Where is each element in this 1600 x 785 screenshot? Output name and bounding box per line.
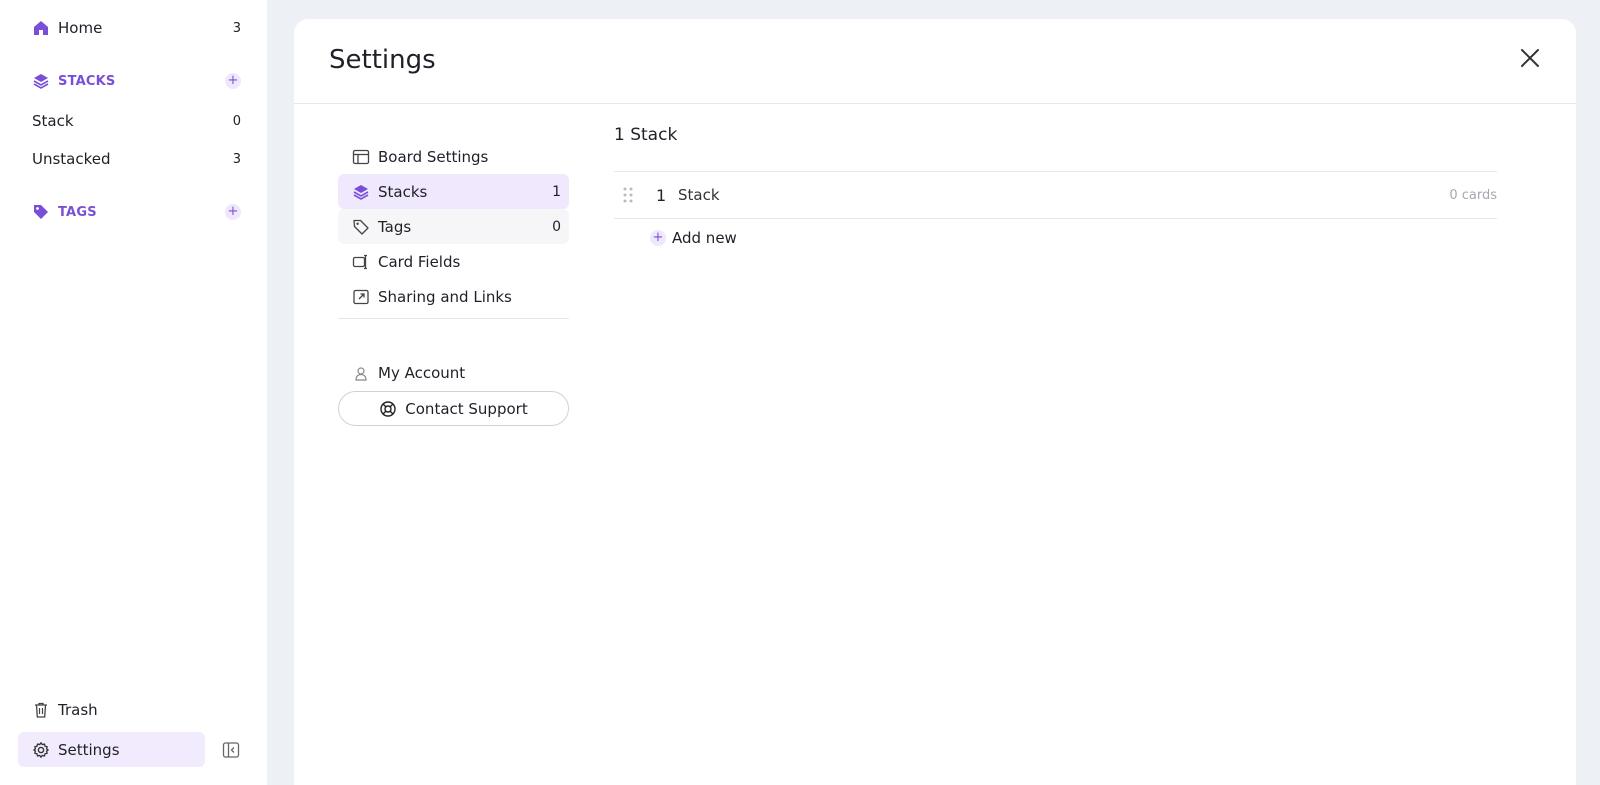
nav-item-label: Stacks: [378, 182, 428, 201]
add-tag-button[interactable]: +: [225, 204, 241, 220]
sidebar-item-stack[interactable]: Stack 0: [32, 110, 241, 132]
nav-divider: [338, 318, 569, 319]
nav-item-count: 0: [552, 218, 561, 235]
gear-icon: [33, 741, 49, 758]
stack-name[interactable]: Stack: [678, 186, 1449, 204]
external-link-icon: [353, 289, 369, 304]
board-icon: [352, 149, 370, 164]
card-fields-icon: [352, 254, 367, 269]
tag-icon: [353, 219, 369, 235]
sidebar-item-settings[interactable]: Settings: [18, 732, 205, 767]
stack-card-count: 0 cards: [1449, 187, 1497, 203]
sidebar-item-unstacked[interactable]: Unstacked 3: [32, 148, 241, 170]
modal-title: Settings: [329, 45, 436, 75]
add-new-label: Add new: [672, 229, 737, 247]
account-label: My Account: [378, 363, 466, 382]
tag-icon: [34, 205, 48, 219]
nav-item-label: Sharing and Links: [378, 287, 512, 306]
nav-item-tags[interactable]: Tags 0: [338, 209, 569, 244]
stack-count: 0: [232, 113, 241, 129]
layers-icon: [33, 74, 49, 89]
stack-index: 1: [656, 185, 667, 205]
lifebuoy-icon: [380, 400, 396, 417]
nav-item-sharing-and-links[interactable]: Sharing and Links: [338, 279, 569, 314]
header-divider: [294, 103, 1576, 104]
nav-item-card-fields[interactable]: Card Fields: [338, 244, 569, 279]
sidebar-item-label: Trash: [58, 700, 98, 719]
plus-icon: +: [650, 230, 666, 246]
sidebar-item-label: Home: [58, 19, 103, 37]
home-count: 3: [232, 20, 241, 36]
stack-row[interactable]: 1 Stack 0 cards: [614, 171, 1497, 219]
content-title: 1 Stack: [614, 125, 678, 145]
tags-section-label: TAGS: [58, 204, 97, 220]
close-icon[interactable]: [1518, 46, 1542, 70]
drag-handle-icon[interactable]: [621, 186, 635, 204]
nav-item-label: Card Fields: [378, 252, 461, 271]
nav-item-label: Board Settings: [378, 147, 489, 166]
nav-item-board-settings[interactable]: Board Settings: [338, 139, 569, 174]
nav-item-my-account[interactable]: My Account: [338, 355, 569, 390]
home-icon: [34, 21, 48, 35]
nav-item-stacks[interactable]: Stacks 1: [338, 174, 569, 209]
settings-nav: Board Settings Stacks 1 Tags 0 Card Fiel…: [338, 139, 569, 314]
layers-icon: [353, 184, 369, 200]
left-sidebar: Home 3 STACKS + Stack 0 Unstacked 3 TAGS…: [0, 0, 267, 785]
sidebar-item-label: Unstacked: [32, 150, 111, 168]
sidebar-item-trash[interactable]: Trash: [18, 692, 205, 727]
stacks-section-header: STACKS +: [32, 70, 241, 92]
sidebar-item-label: Stack: [32, 112, 74, 130]
nav-item-count: 1: [552, 183, 561, 200]
contact-support-button[interactable]: Contact Support: [338, 391, 569, 426]
tags-section-header: TAGS +: [32, 201, 241, 223]
trash-icon: [35, 702, 47, 718]
sidebar-item-label: Settings: [58, 740, 120, 759]
collapse-sidebar-icon[interactable]: [222, 741, 240, 759]
sidebar-item-home[interactable]: Home 3: [32, 17, 241, 39]
user-avatar-icon: [355, 366, 367, 381]
settings-modal: Settings Board Settings Stacks 1 Tags 0 …: [294, 19, 1576, 785]
add-stack-button[interactable]: +: [225, 73, 241, 89]
stacks-section-label: STACKS: [58, 73, 116, 89]
add-new-stack-button[interactable]: + Add new: [650, 229, 737, 247]
unstacked-count: 3: [232, 151, 241, 167]
contact-support-label: Contact Support: [405, 399, 528, 418]
nav-item-label: Tags: [378, 217, 412, 236]
